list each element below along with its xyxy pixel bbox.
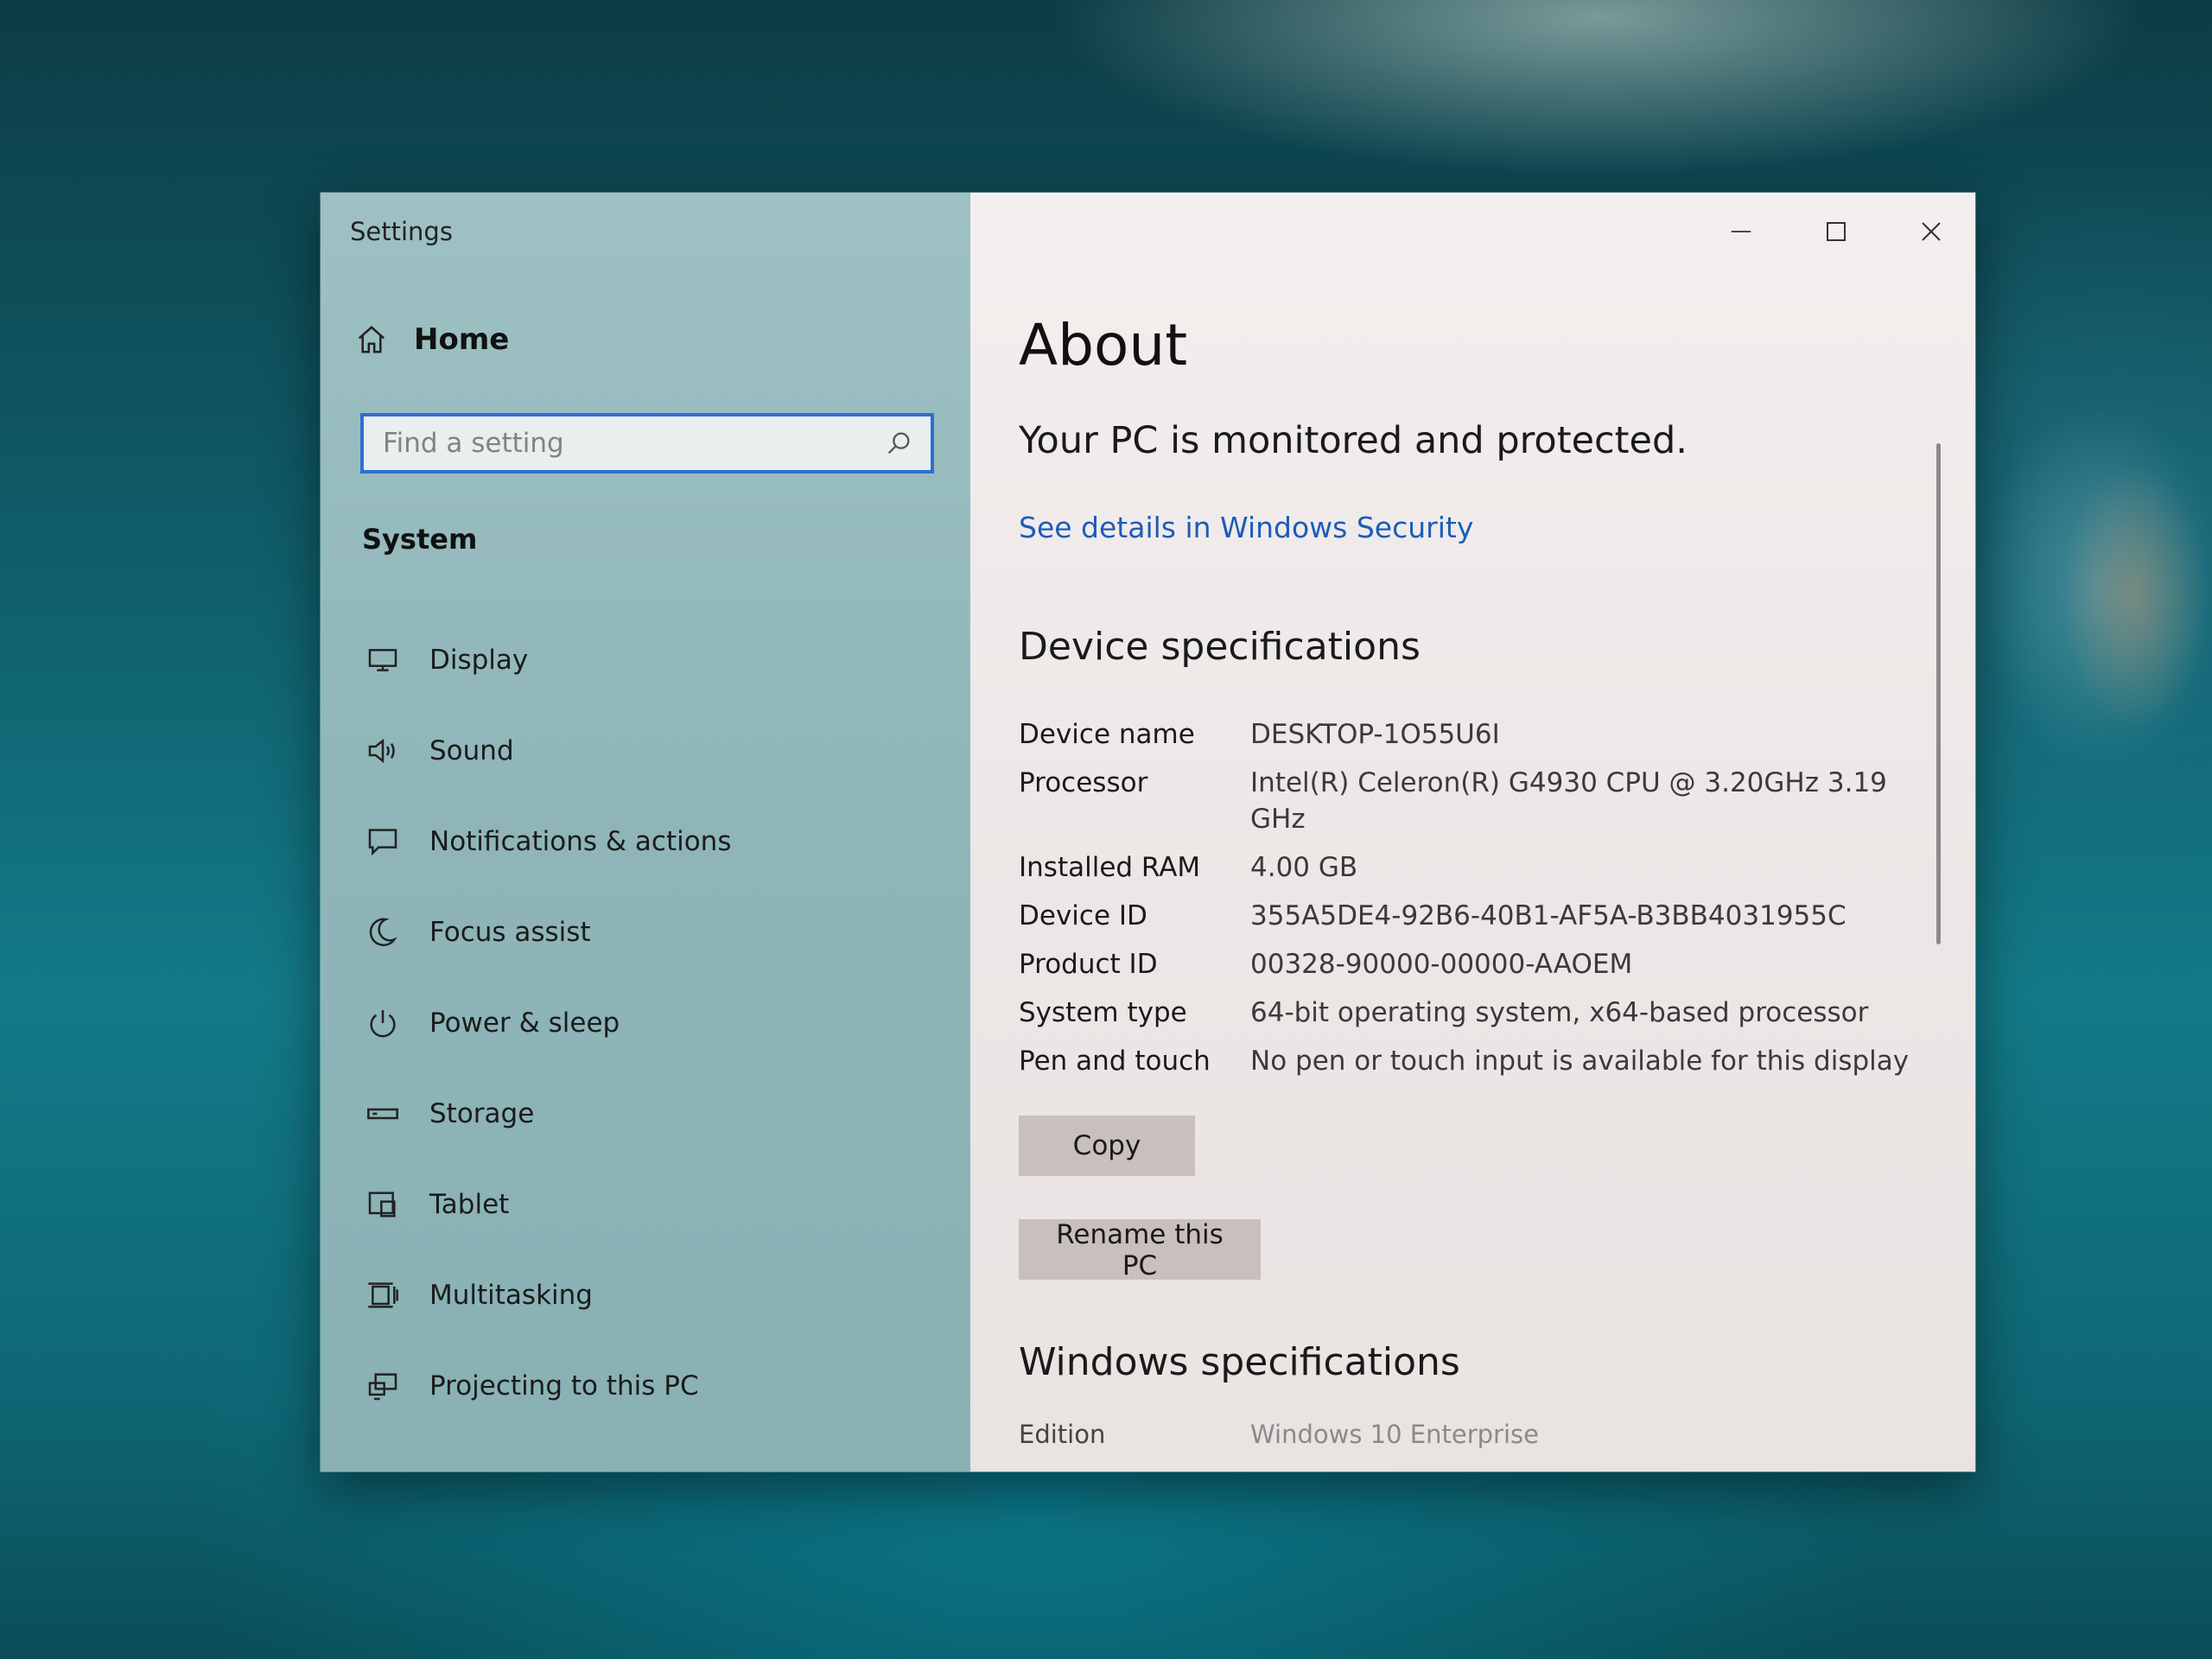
search-icon[interactable]: [884, 429, 913, 458]
spec-row-installed-ram: Installed RAM 4.00 GB: [1019, 849, 1917, 886]
scrollbar[interactable]: [1936, 443, 1941, 944]
sidebar-item-focus-assist[interactable]: Focus assist: [365, 887, 953, 977]
spec-value: 64-bit operating system, x64-based proce…: [1250, 997, 1869, 1028]
about-page: About Your PC is monitored and protected…: [970, 193, 1975, 1471]
sidebar: Settings Home System Display: [321, 193, 970, 1471]
home-label: Home: [414, 322, 510, 357]
tablet-icon: [368, 1191, 396, 1217]
minimize-icon: [1731, 231, 1751, 232]
sidebar-item-label: Storage: [429, 1097, 535, 1129]
home-icon: [358, 326, 385, 353]
app-title: Settings: [350, 217, 453, 246]
page-title: About: [1019, 312, 1188, 378]
spec-value: Intel(R) Celeron(R) G4930 CPU @ 3.20GHz …: [1250, 767, 1887, 835]
sidebar-item-projecting[interactable]: Projecting to this PC: [365, 1340, 953, 1431]
sidebar-item-label: Power & sleep: [429, 1007, 620, 1039]
copy-button[interactable]: Copy: [1019, 1116, 1195, 1176]
sidebar-item-power-sleep[interactable]: Power & sleep: [365, 977, 953, 1068]
maximize-icon: [1827, 222, 1846, 241]
spec-label: Edition: [1019, 1420, 1106, 1449]
home-nav-item[interactable]: Home: [355, 322, 509, 357]
sidebar-item-label: Multitasking: [429, 1279, 593, 1311]
spec-label: Processor: [1019, 767, 1148, 798]
search-box[interactable]: [360, 413, 934, 474]
rename-pc-button[interactable]: Rename this PC: [1019, 1219, 1261, 1281]
window-controls: [1718, 208, 1955, 255]
sidebar-item-multitasking[interactable]: Multitasking: [365, 1249, 953, 1340]
spec-row-device-name: Device name DESKTOP-1O55U6I: [1019, 716, 1917, 753]
system-nav-list: Display Sound Notifications & actions Fo…: [365, 614, 953, 1431]
sidebar-item-label: Focus assist: [429, 916, 591, 948]
power-icon: [370, 1009, 396, 1037]
spec-row-pen-touch: Pen and touch No pen or touch input is a…: [1019, 1043, 1917, 1079]
sidebar-item-storage[interactable]: Storage: [365, 1068, 953, 1159]
projecting-icon: [368, 1372, 397, 1400]
sidebar-item-label: Display: [429, 644, 529, 676]
spec-value: DESKTOP-1O55U6I: [1250, 719, 1500, 750]
spec-label: Product ID: [1019, 949, 1158, 980]
sidebar-item-label: Projecting to this PC: [429, 1370, 699, 1402]
speaker-icon: [368, 738, 395, 763]
sidebar-item-tablet[interactable]: Tablet: [365, 1159, 953, 1249]
spec-row-processor: Processor Intel(R) Celeron(R) G4930 CPU …: [1019, 765, 1917, 837]
spec-label: System type: [1019, 997, 1187, 1028]
close-button[interactable]: [1908, 208, 1955, 255]
spec-label: Installed RAM: [1019, 852, 1201, 883]
device-specs-table: Device name DESKTOP-1O55U6I Processor In…: [1019, 716, 1917, 1091]
sidebar-item-display[interactable]: Display: [365, 614, 953, 705]
spec-row-system-type: System type 64-bit operating system, x64…: [1019, 995, 1917, 1031]
section-title: System: [362, 523, 478, 556]
sidebar-item-notifications[interactable]: Notifications & actions: [365, 796, 953, 887]
protection-status: Your PC is monitored and protected.: [1019, 419, 1688, 462]
sidebar-item-label: Tablet: [429, 1188, 510, 1220]
settings-window: Settings Home System Display: [320, 192, 1976, 1472]
moon-icon: [369, 918, 397, 946]
multitasking-icon: [368, 1281, 398, 1308]
search-input[interactable]: [381, 427, 884, 460]
maximize-button[interactable]: [1813, 208, 1859, 255]
spec-value: No pen or touch input is available for t…: [1250, 1046, 1910, 1077]
notification-icon: [368, 828, 397, 855]
spec-label: Device ID: [1019, 900, 1147, 931]
windows-security-link[interactable]: See details in Windows Security: [1019, 511, 1473, 544]
spec-value: 4.00 GB: [1250, 852, 1358, 883]
spec-value: 355A5DE4-92B6-40B1-AF5A-B3BB4031955C: [1250, 900, 1847, 931]
spec-label: Device name: [1019, 719, 1195, 750]
sidebar-item-label: Sound: [429, 734, 514, 766]
device-specs-heading: Device specifications: [1019, 625, 1421, 669]
spec-value: Windows 10 Enterprise: [1250, 1420, 1539, 1449]
display-icon: [368, 648, 397, 671]
windows-specs-heading: Windows specifications: [1019, 1340, 1460, 1384]
spec-row-edition: Edition Windows 10 Enterprise: [1019, 1420, 1539, 1449]
spec-value: 00328-90000-00000-AAOEM: [1250, 949, 1633, 980]
spec-row-product-id: Product ID 00328-90000-00000-AAOEM: [1019, 946, 1917, 982]
spec-label: Pen and touch: [1019, 1046, 1211, 1077]
spec-row-device-id: Device ID 355A5DE4-92B6-40B1-AF5A-B3BB40…: [1019, 898, 1917, 934]
sidebar-item-label: Notifications & actions: [429, 825, 732, 857]
storage-icon: [367, 1108, 398, 1119]
close-icon: [1922, 222, 1941, 241]
minimize-button[interactable]: [1718, 208, 1764, 255]
sidebar-item-sound[interactable]: Sound: [365, 705, 953, 796]
